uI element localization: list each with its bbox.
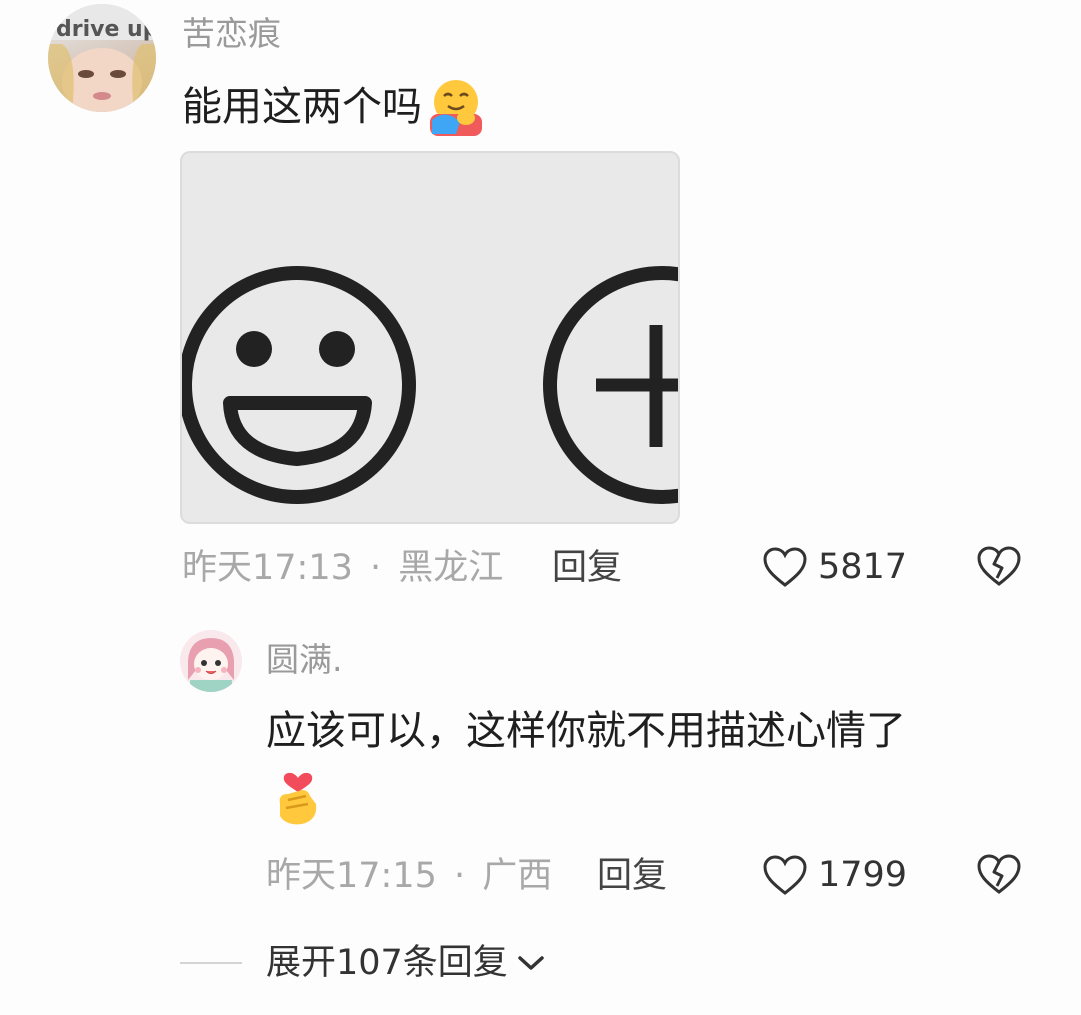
replier-username[interactable]: 圆满. bbox=[266, 640, 343, 680]
reply-location: 广西 bbox=[482, 856, 553, 896]
reply-button[interactable]: 回复 bbox=[552, 548, 622, 588]
comment-location: 黑龙江 bbox=[398, 548, 504, 588]
smiley-face-icon bbox=[182, 266, 416, 504]
heart-hands-emoji bbox=[272, 764, 324, 828]
chevron-down-icon bbox=[518, 956, 544, 970]
reply-like-button[interactable]: 1799 bbox=[762, 854, 907, 896]
reply-text: 应该可以，这样你就不用描述心情了 bbox=[266, 708, 906, 754]
like-count: 5817 bbox=[818, 547, 908, 587]
add-circle-icon bbox=[543, 266, 678, 504]
comment-body: 能用这两个吗 bbox=[182, 78, 486, 136]
avatar-text: drive up bbox=[56, 17, 156, 42]
avatar-photo-icon: drive up bbox=[48, 4, 156, 112]
comment-image[interactable] bbox=[180, 151, 680, 524]
comment-meta: 昨天17:13 · 黑龙江 bbox=[182, 548, 503, 588]
expand-replies-label: 展开107条回复 bbox=[266, 943, 508, 983]
avatar-commenter[interactable]: drive up bbox=[48, 4, 156, 112]
reply-time: 昨天17:15 bbox=[266, 856, 437, 896]
comment-text: 能用这两个吗 bbox=[182, 84, 422, 130]
like-button[interactable]: 5817 bbox=[762, 546, 907, 588]
broken-heart-icon bbox=[977, 546, 1021, 586]
expand-replies-button[interactable]: 展开107条回复 bbox=[266, 943, 546, 983]
reply-dislike-button[interactable] bbox=[976, 852, 1022, 900]
comment-time: 昨天17:13 bbox=[182, 548, 353, 588]
meta-separator: · bbox=[370, 548, 382, 588]
reply-like-count: 1799 bbox=[818, 855, 908, 895]
anime-avatar-icon bbox=[180, 630, 242, 692]
heart-outline-icon bbox=[763, 547, 807, 587]
hugging-face-emoji bbox=[426, 78, 486, 136]
reply-to-reply-button[interactable]: 回复 bbox=[597, 856, 667, 896]
avatar-replier[interactable] bbox=[180, 630, 242, 692]
broken-heart-icon bbox=[977, 854, 1021, 894]
meta-separator: · bbox=[454, 856, 466, 896]
dislike-button[interactable] bbox=[976, 544, 1022, 592]
expand-divider bbox=[180, 962, 242, 964]
commenter-username[interactable]: 苦恋痕 bbox=[182, 14, 281, 54]
reply-meta: 昨天17:15 · 广西 bbox=[266, 856, 552, 896]
heart-outline-icon bbox=[763, 855, 807, 895]
